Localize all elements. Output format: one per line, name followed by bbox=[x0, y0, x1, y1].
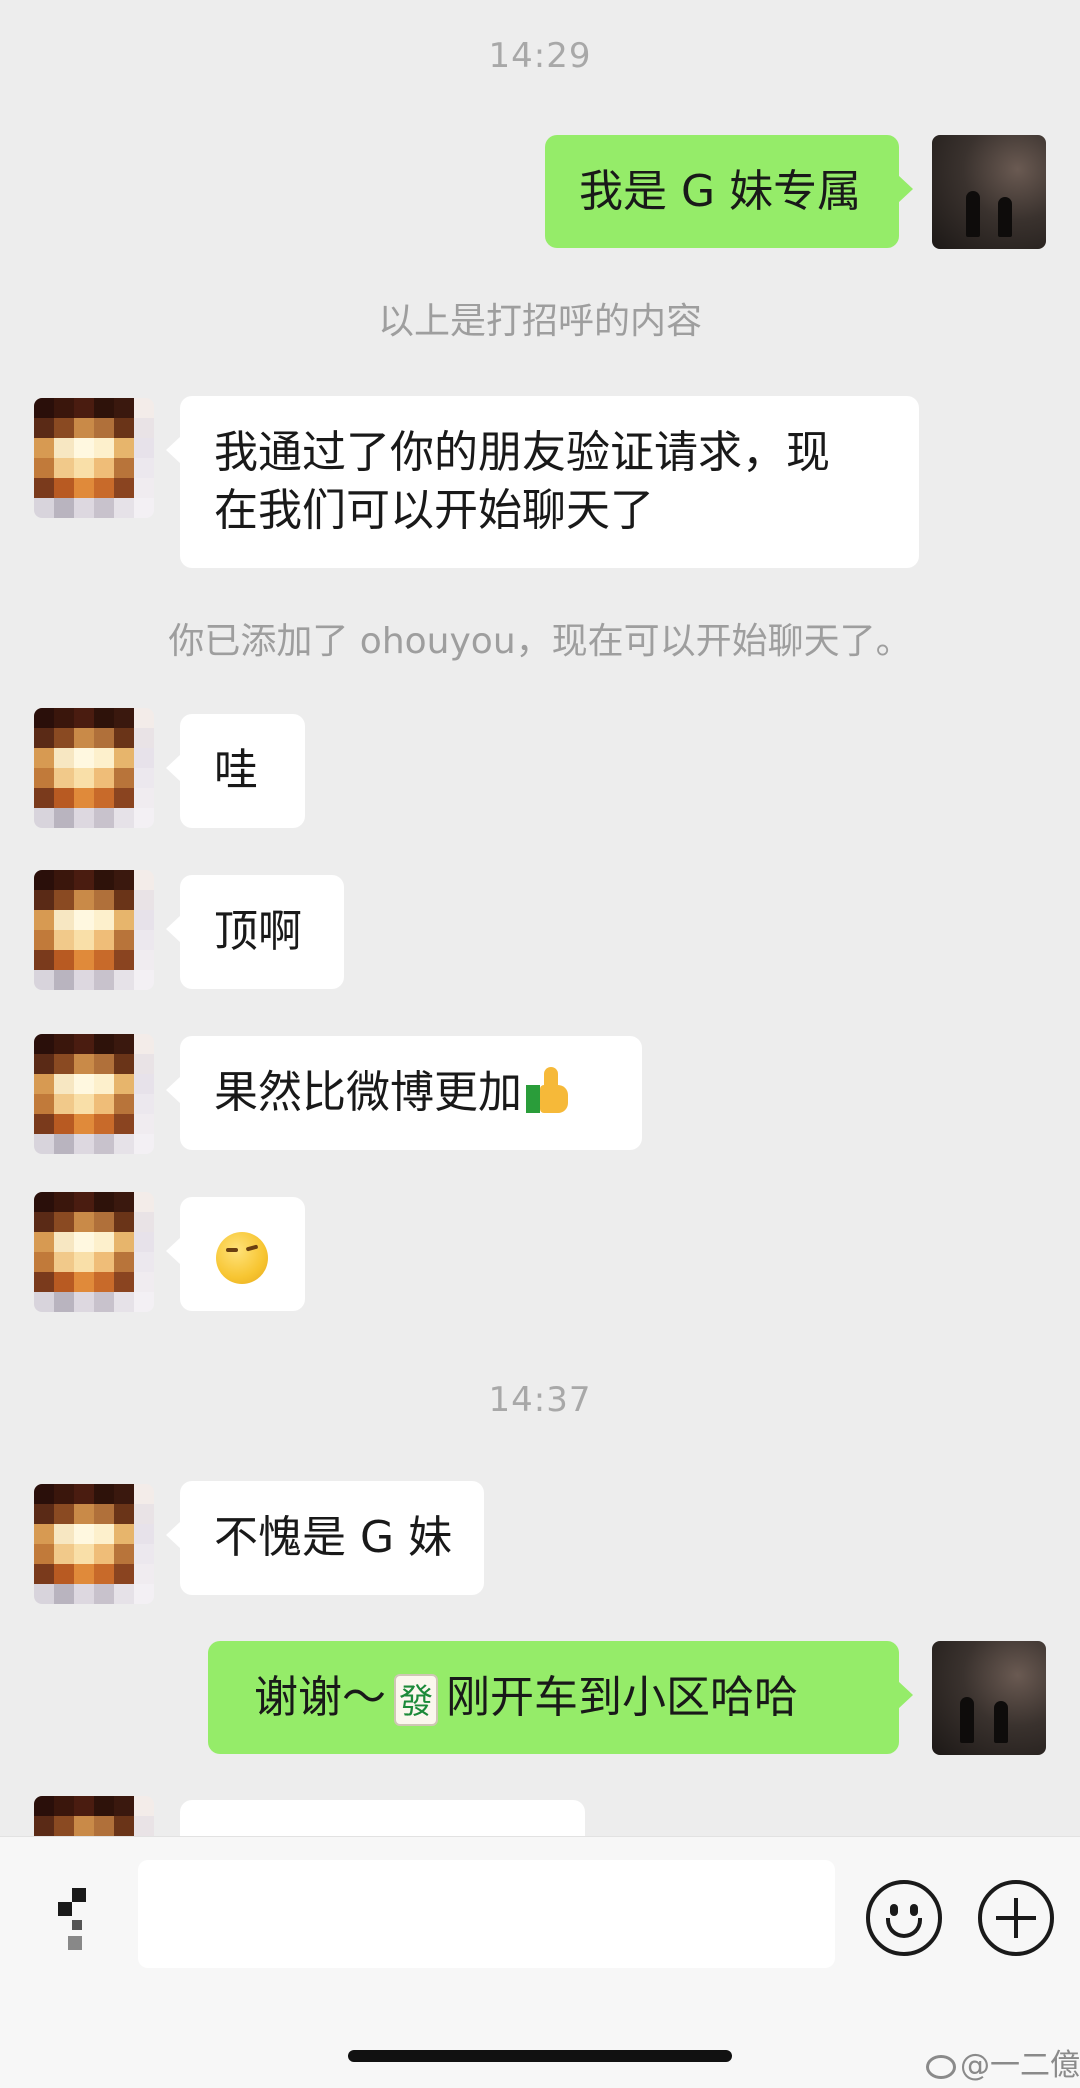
contact-avatar[interactable] bbox=[34, 708, 154, 828]
message-text: 我是 G 妹专属 bbox=[579, 166, 862, 217]
message-text: 谢谢～ bbox=[254, 1672, 386, 1723]
timestamp: 14:29 bbox=[488, 36, 592, 76]
message-bubble-outgoing[interactable]: 我是 G 妹专属 bbox=[545, 135, 913, 248]
message-bubble-outgoing[interactable]: 谢谢～發刚开车到小区哈哈 bbox=[208, 1641, 913, 1754]
my-avatar[interactable] bbox=[932, 1641, 1046, 1755]
message-text-line: 在我们可以开始聊天了 bbox=[214, 485, 654, 536]
contact-avatar[interactable] bbox=[34, 398, 154, 518]
timestamp: 14:37 bbox=[488, 1380, 592, 1420]
more-options-button[interactable] bbox=[978, 1880, 1054, 1956]
message-text: 顶啊 bbox=[214, 906, 302, 957]
contact-avatar[interactable] bbox=[34, 1034, 154, 1154]
home-indicator[interactable] bbox=[348, 2050, 732, 2062]
system-note: 你已添加了 ohouyou，现在可以开始聊天了。 bbox=[168, 621, 912, 662]
message-input[interactable] bbox=[138, 1860, 835, 1968]
message-text: 不愧是 G 妹 bbox=[214, 1512, 453, 1563]
watermark: @一二億 bbox=[926, 2040, 1080, 2084]
message-bubble-incoming[interactable]: 我通过了你的朋友验证请求，现 在我们可以开始聊天了 bbox=[166, 396, 919, 568]
watermark-text: @一二億 bbox=[960, 2048, 1080, 2083]
thumbs-up-icon bbox=[526, 1065, 570, 1113]
message-text-line: 我通过了你的朋友验证请求，现 bbox=[214, 427, 830, 478]
emoji-button[interactable] bbox=[866, 1880, 942, 1956]
my-avatar[interactable] bbox=[932, 135, 1046, 249]
chat-area: 14:29 我是 G 妹专属 以上是打招呼的内容 我通过了你的朋友验证请求，现 … bbox=[0, 0, 1080, 1836]
contact-avatar[interactable] bbox=[34, 1796, 154, 1836]
message-bubble-incoming[interactable]: 哇 bbox=[166, 714, 305, 828]
contact-avatar[interactable] bbox=[34, 1484, 154, 1604]
mahjong-tile-icon: 發 bbox=[394, 1674, 438, 1726]
message-bubble-incoming-partial[interactable] bbox=[180, 1800, 585, 1836]
message-bubble-incoming[interactable]: 顶啊 bbox=[166, 875, 344, 989]
message-text: 刚开车到小区哈哈 bbox=[446, 1672, 798, 1723]
message-text: 果然比微博更加 bbox=[214, 1067, 522, 1118]
smirk-face-icon bbox=[216, 1232, 268, 1284]
contact-avatar[interactable] bbox=[34, 1192, 154, 1312]
system-note: 以上是打招呼的内容 bbox=[377, 301, 702, 342]
message-bubble-incoming[interactable]: 不愧是 G 妹 bbox=[166, 1481, 484, 1595]
voice-input-icon[interactable] bbox=[46, 1870, 116, 1960]
emoji-smile-icon bbox=[890, 1904, 898, 1916]
message-text: 哇 bbox=[214, 745, 258, 796]
message-bubble-incoming[interactable] bbox=[166, 1197, 305, 1311]
contact-avatar[interactable] bbox=[34, 870, 154, 990]
message-bubble-incoming[interactable]: 果然比微博更加 bbox=[166, 1036, 642, 1150]
weibo-icon bbox=[926, 2055, 956, 2079]
